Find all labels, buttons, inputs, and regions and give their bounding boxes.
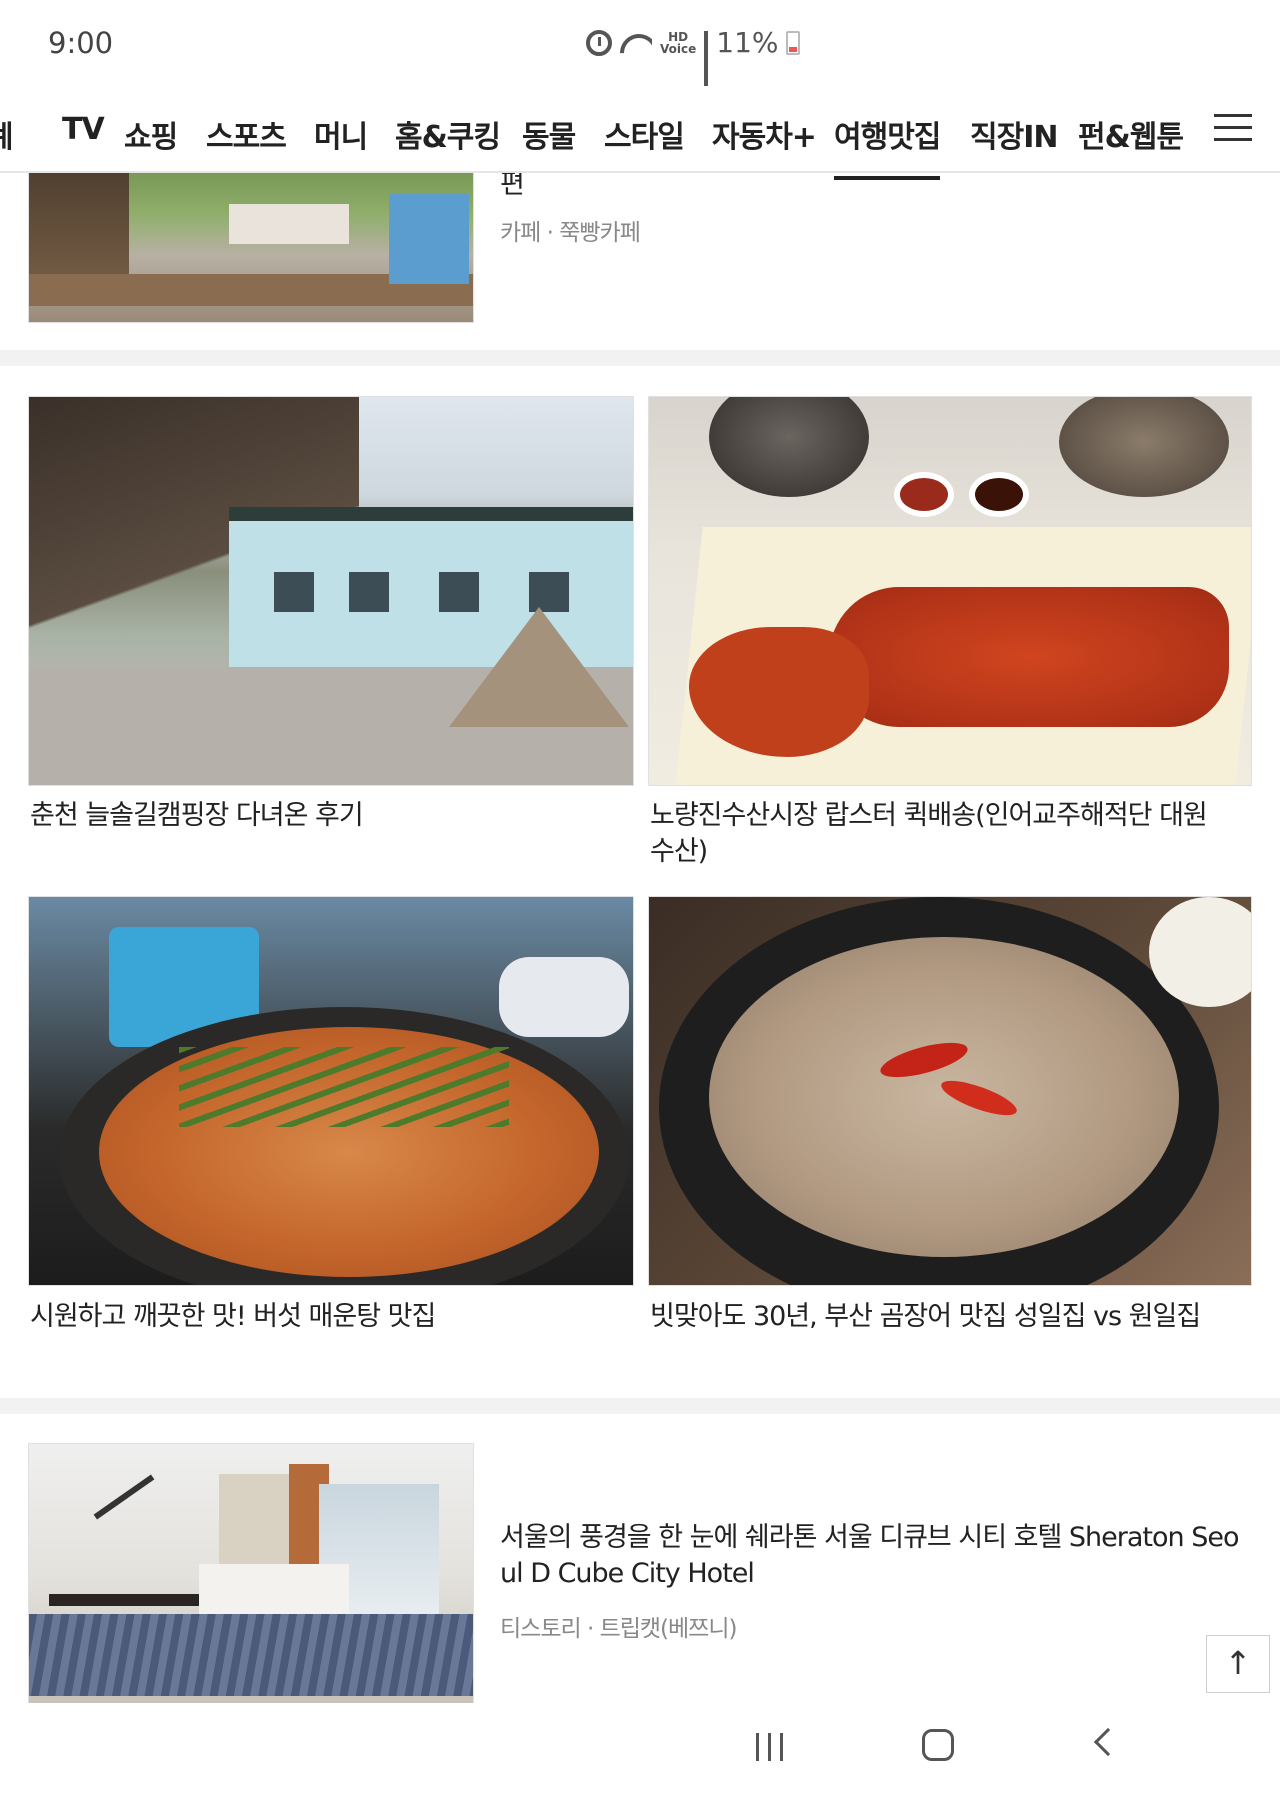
campsite-photo[interactable]	[28, 396, 634, 786]
card-title[interactable]: 편	[500, 173, 525, 203]
grid-item-title[interactable]: 노량진수산시장 랍스터 퀵배송(인어교주해적단 대원수산)	[650, 798, 1220, 870]
tab-tv[interactable]: TV	[62, 112, 105, 147]
status-bar: 9:00 HD Voice 11%	[0, 0, 1280, 94]
wifi-icon	[620, 30, 652, 56]
alarm-icon	[586, 29, 612, 56]
scroll-to-top-button[interactable]: ↑	[1206, 1635, 1270, 1693]
section-divider	[0, 1398, 1280, 1414]
tab-fun-webtoon[interactable]: 펀&웹툰	[1078, 112, 1184, 156]
tab-animals[interactable]: 동물	[522, 112, 576, 156]
grid-item-title[interactable]: 시원하고 깨끗한 맛! 버섯 매운탕 맛집	[30, 1299, 630, 1335]
home-icon[interactable]	[922, 1729, 954, 1761]
menu-icon[interactable]	[1214, 114, 1252, 142]
spicy-stew-photo[interactable]	[28, 896, 634, 1286]
hd-voice-icon: HD Voice	[660, 29, 697, 56]
grid-item-title[interactable]: 빗맞아도 30년, 부산 곰장어 맛집 성일집 vs 원일집	[650, 1299, 1250, 1335]
grilled-eel-photo[interactable]	[648, 896, 1252, 1286]
tab-entertainment[interactable]: 계	[0, 112, 34, 156]
tab-shopping[interactable]: 쇼핑	[124, 112, 178, 156]
tab-travel-food[interactable]: 여행맛집	[834, 112, 941, 180]
feed-content: 편 카페 · 쭉빵카페 춘천 늘솔길캠핑장 다녀온 후기 노량진수산시장 랍스터…	[0, 173, 1280, 1703]
tab-home-cooking[interactable]: 홈&쿠킹	[395, 112, 501, 156]
signal-icon	[704, 30, 709, 94]
battery-percent: 11%	[716, 26, 779, 59]
tab-money[interactable]: 머니	[314, 112, 368, 156]
battery-icon	[786, 30, 801, 55]
section-divider	[0, 350, 1280, 366]
card-source: 카페 · 쭉빵카페	[500, 220, 641, 246]
category-tab-bar: 계 TV 쇼핑 스포츠 머니 홈&쿠킹 동물 스타일 자동차+ 여행맛집 직장I…	[0, 86, 1280, 180]
street-market-photo[interactable]	[28, 173, 474, 323]
status-time: 9:00	[48, 26, 114, 60]
card-source: 티스토리 · 트립캣(베쯔니)	[500, 1616, 737, 1642]
card-title[interactable]: 서울의 풍경을 한 눈에 쉐라톤 서울 디큐브 시티 호텔 Sheraton S…	[500, 1520, 1240, 1592]
hotel-room-photo[interactable]	[28, 1443, 474, 1703]
grid-item-title[interactable]: 춘천 늘솔길캠핑장 다녀온 후기	[30, 798, 630, 834]
status-icons: HD Voice 11%	[586, 26, 801, 94]
tab-style[interactable]: 스타일	[604, 112, 685, 156]
tab-sports[interactable]: 스포츠	[206, 112, 287, 156]
recent-apps-icon[interactable]	[756, 1733, 786, 1761]
back-icon[interactable]	[1093, 1727, 1123, 1757]
tab-work[interactable]: 직장IN	[970, 112, 1058, 156]
tab-cars[interactable]: 자동차+	[712, 112, 817, 156]
lobster-photo[interactable]	[648, 396, 1252, 786]
system-navigation-bar	[0, 1703, 1280, 1793]
arrow-up-icon: ↑	[1224, 1644, 1252, 1682]
